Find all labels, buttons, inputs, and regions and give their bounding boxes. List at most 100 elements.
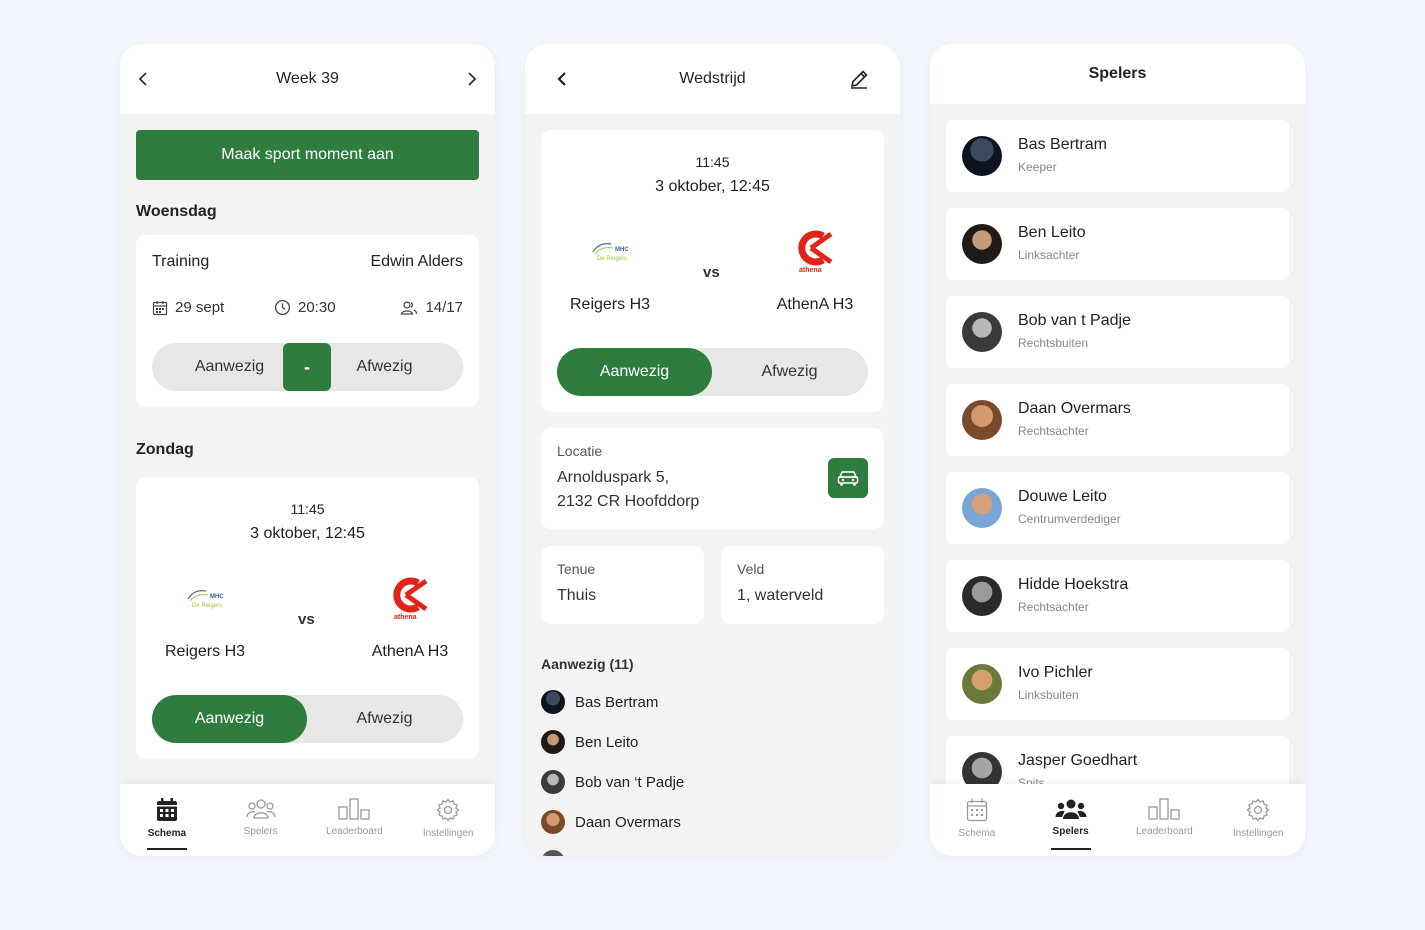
tab-label: Leaderboard — [326, 826, 383, 837]
tab-leaderboard[interactable]: Leaderboard — [308, 784, 402, 856]
schedule-screen: Week 39 Maak sport moment aan Woensdag T… — [120, 44, 495, 856]
kit-label: Tenue — [557, 561, 596, 577]
match-header: Wedstrijd — [525, 44, 900, 114]
players-screen: Spelers Bas Bertram Keeper Ben Leito Lin… — [930, 44, 1305, 856]
avatar — [962, 664, 1002, 704]
leaderboard-icon — [338, 798, 371, 820]
training-time: 20:30 — [298, 299, 336, 316]
toggle-present[interactable]: Aanwezig — [557, 348, 712, 396]
player-name: Hidde Hoekstra — [1018, 576, 1129, 593]
location-label: Locatie — [557, 443, 603, 459]
player-name: Bob van t Padje — [1018, 312, 1131, 329]
toggle-absent[interactable]: Afwezig — [307, 343, 462, 391]
list-item[interactable]: Bob van ‘t Padje — [541, 770, 684, 794]
active-tab-indicator — [1050, 848, 1091, 850]
tab-label: Schema — [147, 828, 187, 839]
location-card: Locatie Arnolduspark 5, 2132 CR Hoofddor… — [541, 428, 884, 529]
field-card: Veld 1, waterveld — [721, 546, 884, 624]
player-name: Bas Bertram — [1018, 136, 1107, 153]
car-route-button[interactable] — [828, 458, 868, 498]
home-team: Reigers H3 — [569, 296, 651, 313]
list-item[interactable]: Ben Leito — [541, 730, 638, 754]
tab-spelers[interactable]: Spelers — [1024, 784, 1118, 856]
player-row[interactable]: Douwe Leito Centrumverdediger — [946, 472, 1289, 544]
create-sport-moment-button[interactable]: Maak sport moment aan — [136, 130, 479, 180]
tab-instellingen[interactable]: Instellingen — [401, 784, 495, 856]
match-card[interactable]: 11:45 3 oktober, 12:45 MHC De Reigers vs … — [136, 477, 479, 759]
attendance-toggle: Aanwezig - Afwezig — [152, 343, 463, 391]
tab-label: Spelers — [243, 826, 278, 837]
athena-logo: athena — [797, 230, 833, 276]
users-icon — [1055, 799, 1087, 819]
svg-text:athena: athena — [394, 614, 417, 621]
attendee-name: Bas Bertram — [575, 693, 659, 711]
week-title: Week 39 — [276, 70, 339, 87]
player-row[interactable]: Bob van t Padje Rechtsbuiten — [946, 296, 1289, 368]
tab-schema[interactable]: Schema — [120, 784, 214, 856]
active-tab-indicator — [146, 848, 187, 850]
svg-text:MHC: MHC — [615, 247, 629, 253]
date-row: 29 sept — [152, 299, 224, 316]
tab-schema[interactable]: Schema — [930, 784, 1024, 856]
player-role: Linksbuiten — [1018, 688, 1079, 702]
avatar — [541, 730, 565, 754]
players-header: Spelers — [930, 44, 1305, 104]
back-icon[interactable] — [551, 68, 573, 90]
match-date: 3 oktober, 12:45 — [655, 178, 770, 195]
player-name: Daan Overmars — [1018, 400, 1131, 417]
match-time: 11:45 — [290, 501, 325, 517]
attendee-name: Daan Overmars — [575, 813, 681, 831]
trainer-name: Edwin Alders — [370, 253, 464, 270]
users-icon — [245, 799, 276, 819]
player-name: Jasper Goedhart — [1018, 752, 1138, 769]
training-card[interactable]: Training Edwin Alders 29 sept 20:30 14/1… — [136, 235, 479, 407]
location-line2: 2132 CR Hoofddorp — [557, 493, 700, 510]
calendar-icon — [156, 798, 177, 821]
tab-instellingen[interactable]: Instellingen — [1211, 784, 1305, 856]
player-row[interactable]: Hidde Hoekstra Rechtsachter — [946, 560, 1289, 632]
avatar — [962, 400, 1002, 440]
tab-leaderboard[interactable]: Leaderboard — [1118, 784, 1212, 856]
list-item[interactable]: Daan Overmars — [541, 810, 681, 834]
tab-bar: Schema Spelers Leaderboard Instellingen — [120, 784, 495, 856]
users-icon — [401, 300, 418, 315]
calendar-icon — [966, 798, 988, 822]
chevron-left-icon[interactable] — [132, 68, 154, 90]
away-team: AthenA H3 — [371, 643, 449, 660]
player-role: Rechtsachter — [1018, 424, 1089, 438]
chevron-right-icon[interactable] — [461, 68, 483, 90]
avatar — [962, 576, 1002, 616]
list-item — [541, 850, 575, 856]
attendance-count: 14/17 — [425, 299, 463, 316]
avatar — [541, 770, 565, 794]
clock-icon — [274, 299, 291, 316]
attendee-name: Bob van ‘t Padje — [575, 773, 685, 791]
attendance-toggle: Aanwezig Afwezig — [557, 348, 868, 396]
list-item[interactable]: Bas Bertram — [541, 690, 658, 714]
time-row: 20:30 — [274, 299, 336, 316]
leaderboard-icon — [1148, 798, 1181, 820]
event-type: Training — [152, 253, 210, 270]
toggle-absent[interactable]: Afwezig — [712, 348, 867, 396]
reigers-logo: MHC De Reigers — [186, 585, 232, 611]
attendance-row: 14/17 — [400, 299, 463, 316]
player-role: Rechtsbuiten — [1018, 336, 1089, 350]
tab-label: Instellingen — [1232, 828, 1284, 839]
player-role: Keeper — [1018, 160, 1057, 174]
attendee-name: Ben Leito — [575, 733, 639, 751]
edit-icon[interactable] — [848, 68, 870, 90]
tab-spelers[interactable]: Spelers — [214, 784, 308, 856]
player-row[interactable]: Daan Overmars Rechtsachter — [946, 384, 1289, 456]
training-date: 29 sept — [175, 299, 225, 316]
week-header: Week 39 — [120, 44, 495, 114]
player-name: Ivo Pichler — [1018, 664, 1093, 681]
player-row[interactable]: Bas Bertram Keeper — [946, 120, 1289, 192]
match-title: Wedstrijd — [679, 70, 746, 87]
toggle-present[interactable]: Aanwezig — [152, 695, 307, 743]
svg-text:De Reigers: De Reigers — [192, 603, 222, 609]
player-row[interactable]: Ivo Pichler Linksbuiten — [946, 648, 1289, 720]
toggle-absent[interactable]: Afwezig — [307, 695, 462, 743]
match-time: 11:45 — [695, 154, 730, 170]
player-row[interactable]: Ben Leito Linksachter — [946, 208, 1289, 280]
match-date: 3 oktober, 12:45 — [250, 525, 365, 542]
